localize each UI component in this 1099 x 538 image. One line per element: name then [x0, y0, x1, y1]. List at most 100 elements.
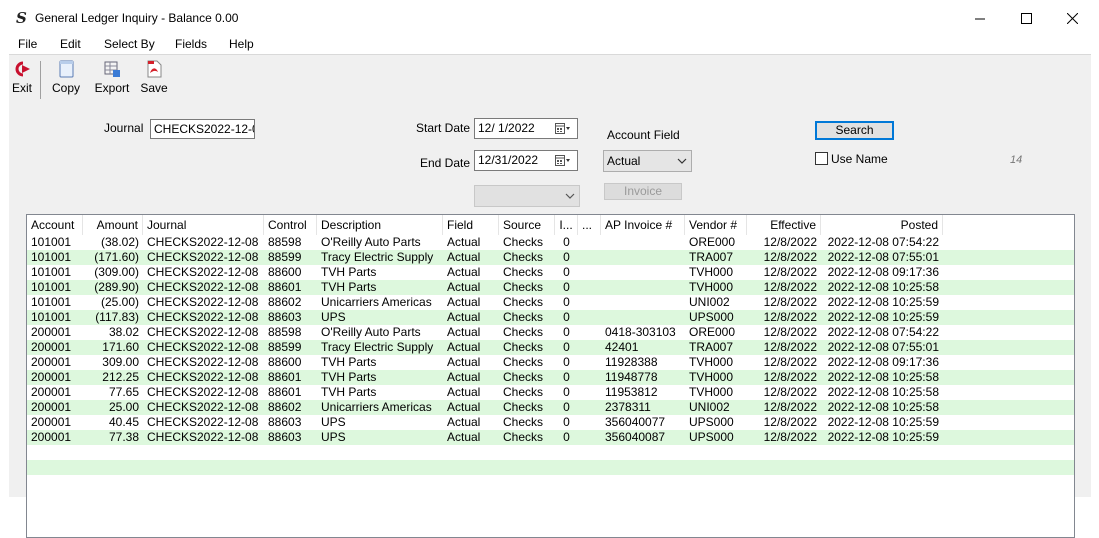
cell-control: 88601	[268, 280, 302, 294]
cell-vendor: TVH000	[689, 355, 734, 369]
calendar-icon[interactable]	[555, 123, 571, 135]
copy-button[interactable]: Copy	[49, 59, 83, 99]
table-row[interactable]: 200001 309.00 CHECKS2022-12-08 88600 TVH Par…	[27, 355, 1074, 370]
menu-select-by[interactable]: Select By	[104, 37, 155, 51]
cell-field: Actual	[447, 340, 481, 354]
cell-field: Actual	[447, 235, 481, 249]
cell-ap-invoice	[601, 310, 685, 325]
account-field-label: Account Field	[607, 128, 680, 142]
table-row[interactable]: 200001 38.02 CHECKS2022-12-08 88598 O'Reilly…	[27, 325, 1074, 340]
maximize-button[interactable]	[1003, 0, 1049, 36]
cell-effective: 12/8/2022	[763, 370, 817, 384]
cell-ap-invoice	[601, 265, 685, 280]
secondary-combo[interactable]	[474, 185, 580, 207]
table-row[interactable]: 200001 40.45 CHECKS2022-12-08 88603 UPS Actua…	[27, 415, 1074, 430]
column-header-account[interactable]: Account	[27, 215, 83, 235]
menu-edit[interactable]: Edit	[60, 37, 81, 51]
cell-effective: 12/8/2022	[763, 430, 817, 444]
end-date-value: 12/31/2022	[478, 153, 539, 167]
column-header-field[interactable]: Field	[443, 215, 499, 235]
column-header-source[interactable]: Source	[499, 215, 555, 235]
column-header-control[interactable]: Control	[264, 215, 317, 235]
column-header-journal[interactable]: Journal	[143, 215, 264, 235]
table-row[interactable]: 101001 (309.00) CHECKS2022-12-08 88600 TVH P…	[27, 265, 1074, 280]
column-header-vendor[interactable]: Vendor #	[685, 215, 747, 235]
table-row[interactable]: 101001 (25.00) CHECKS2022-12-08 88602 Unicar…	[27, 295, 1074, 310]
use-name-checkbox[interactable]	[815, 152, 828, 165]
export-label: Export	[94, 81, 130, 95]
table-row[interactable]: 101001 (38.02) CHECKS2022-12-08 88598 O'Reil…	[27, 235, 1074, 250]
column-header-extra[interactable]: ...	[578, 215, 601, 235]
exit-button[interactable]: Exit	[9, 59, 35, 99]
save-pdf-icon	[147, 60, 162, 78]
table-row[interactable]: 200001 212.25 CHECKS2022-12-08 88601 TVH Par…	[27, 370, 1074, 385]
cell-field: Actual	[447, 430, 481, 444]
invoice-button[interactable]: Invoice	[604, 183, 682, 200]
cell-journal: CHECKS2022-12-08	[147, 400, 259, 414]
journal-input[interactable]: CHECKS2022-12-08	[150, 119, 255, 139]
cell-description: O'Reilly Auto Parts	[321, 325, 421, 339]
menu-fields[interactable]: Fields	[175, 37, 207, 51]
close-button[interactable]	[1049, 0, 1095, 36]
cell-ap-invoice: 356040087	[605, 430, 666, 444]
table-row[interactable]: 101001 (117.83) CHECKS2022-12-08 88603 UPS Ac…	[27, 310, 1074, 325]
cell-journal: CHECKS2022-12-08	[147, 310, 259, 324]
cell-field: Actual	[447, 250, 481, 264]
table-row[interactable]: 200001 171.60 CHECKS2022-12-08 88599 Tracy E…	[27, 340, 1074, 355]
cell-vendor: ORE000	[689, 235, 736, 249]
cell-extra	[578, 415, 601, 430]
table-row[interactable]: 101001 (171.60) CHECKS2022-12-08 88599 Tracy…	[27, 250, 1074, 265]
cell-field: Actual	[447, 355, 481, 369]
column-header-amount[interactable]: Amount	[83, 215, 143, 235]
column-header-effective[interactable]: Effective	[747, 215, 821, 235]
cell-amount: 77.65	[108, 385, 139, 399]
column-header-description[interactable]: Description	[317, 215, 443, 235]
export-button[interactable]: Export	[93, 59, 131, 99]
cell-account: 200001	[31, 340, 72, 354]
cell-extra	[578, 310, 601, 325]
app-logo-icon: S	[16, 9, 27, 27]
cell-i: 0	[563, 355, 570, 369]
cell-account: 101001	[31, 310, 72, 324]
cell-vendor: TVH000	[689, 280, 734, 294]
table-row[interactable]: 101001 (289.90) CHECKS2022-12-08 88601 TVH P…	[27, 280, 1074, 295]
chevron-down-icon	[565, 193, 575, 199]
cell-account: 200001	[31, 415, 72, 429]
cell-effective: 12/8/2022	[763, 235, 817, 249]
column-header-ap-invoice[interactable]: AP Invoice #	[601, 215, 685, 235]
cell-posted: 2022-12-08 09:17:36	[827, 355, 939, 369]
account-field-select[interactable]: Actual	[603, 150, 692, 172]
cell-vendor: TRA007	[689, 250, 734, 264]
cell-amount: (117.83)	[95, 310, 139, 324]
table-row[interactable]: 200001 77.65 CHECKS2022-12-08 88601 TVH Part…	[27, 385, 1074, 400]
cell-i: 0	[563, 430, 570, 444]
cell-ap-invoice	[601, 295, 685, 310]
cell-amount: (171.60)	[94, 250, 139, 264]
ledger-grid[interactable]: Account Amount Journal Control Description Fi…	[26, 214, 1075, 538]
cell-source: Checks	[503, 310, 544, 324]
save-button[interactable]: Save	[140, 59, 168, 99]
cell-source: Checks	[503, 430, 544, 444]
window-title: General Ledger Inquiry - Balance 0.00	[35, 11, 239, 25]
cell-description: Tracy Electric Supply	[321, 250, 434, 264]
cell-description: O'Reilly Auto Parts	[321, 235, 421, 249]
cell-amount: 38.02	[108, 325, 139, 339]
cell-amount: (309.00)	[94, 265, 139, 279]
end-date-picker[interactable]: 12/31/2022	[474, 150, 578, 171]
cell-effective: 12/8/2022	[763, 295, 817, 309]
start-date-picker[interactable]: 12/ 1/2022	[474, 118, 578, 139]
minimize-button[interactable]	[957, 0, 1003, 36]
column-header-i[interactable]: I...	[555, 215, 578, 235]
cell-amount: 25.00	[108, 400, 139, 414]
menu-help[interactable]: Help	[229, 37, 254, 51]
table-row[interactable]: 200001 77.38 CHECKS2022-12-08 88603 UPS Actua…	[27, 430, 1074, 445]
calendar-icon[interactable]	[555, 155, 571, 167]
cell-source: Checks	[503, 250, 544, 264]
cell-i: 0	[563, 280, 570, 294]
cell-description: UPS	[321, 430, 346, 444]
table-row[interactable]: 200001 25.00 CHECKS2022-12-08 88602 Unicarri…	[27, 400, 1074, 415]
minimize-icon	[974, 18, 985, 19]
search-button[interactable]: Search	[815, 121, 894, 140]
column-header-posted[interactable]: Posted	[821, 215, 943, 235]
menu-file[interactable]: File	[18, 37, 37, 51]
